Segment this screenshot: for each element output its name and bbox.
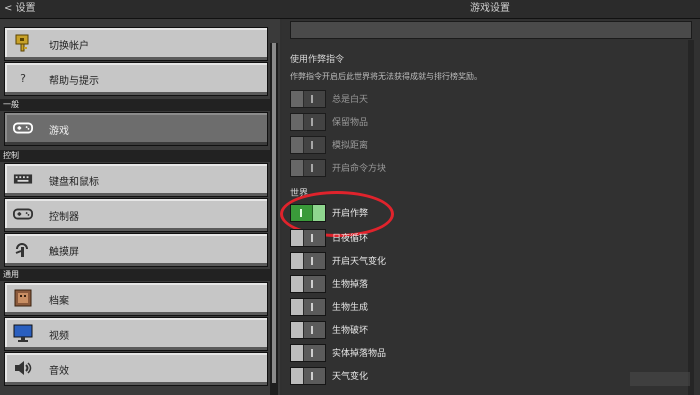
section-header-general-2: 通用: [0, 269, 271, 281]
sidebar-item-switch-account[interactable]: 切换帐户: [4, 27, 268, 61]
mob-loot-toggle[interactable]: [290, 275, 326, 293]
sidebar-item-label: 控制器: [49, 212, 79, 223]
sidebar-item-label: 档案: [49, 296, 69, 307]
sidebar-item-label: 视频: [49, 331, 69, 342]
section-header-general: 一般: [0, 99, 271, 111]
sidebar-item-label: 游戏: [49, 126, 69, 137]
toggle-label: 生物掉落: [332, 280, 369, 290]
profile-icon: [13, 289, 33, 307]
simulation-distance-toggle[interactable]: [290, 136, 326, 154]
panel-scrollbar[interactable]: [688, 40, 694, 395]
sidebar-item-label: 触摸屏: [49, 247, 79, 258]
keep-inventory-toggle[interactable]: [290, 113, 326, 131]
toggle-label: 总是白天: [332, 95, 369, 105]
toggle-label: 日夜循环: [332, 234, 369, 244]
section-header-controls: 控制: [0, 150, 271, 162]
page-title: 游戏设置: [470, 3, 510, 14]
key-icon: [13, 34, 33, 52]
world-name-field[interactable]: [290, 21, 692, 39]
toggle-label: 生物生成: [332, 303, 369, 313]
speaker-icon: [13, 359, 33, 377]
weather-toggle[interactable]: [290, 252, 326, 270]
sidebar-item-profile[interactable]: 档案: [4, 282, 268, 316]
sidebar-item-controller[interactable]: 控制器: [4, 198, 268, 232]
command-blocks-toggle[interactable]: [290, 159, 326, 177]
sidebar-item-label: 切换帐户: [49, 41, 89, 52]
sidebar-item-label: 帮助与提示: [49, 76, 99, 87]
mob-spawning-toggle[interactable]: [290, 298, 326, 316]
sidebar-item-game[interactable]: 游戏: [4, 112, 268, 146]
daylight-cycle-toggle[interactable]: [290, 229, 326, 247]
back-button[interactable]: < 设置: [4, 0, 36, 18]
toggle-label: 保留物品: [332, 118, 369, 128]
sidebar-item-video[interactable]: 视频: [4, 317, 268, 351]
sidebar-item-touch[interactable]: 触摸屏: [4, 233, 268, 267]
sidebar-item-help[interactable]: ? 帮助与提示: [4, 62, 268, 96]
weather-cycle-toggle[interactable]: [290, 367, 326, 385]
controller-icon: [13, 205, 33, 223]
sidebar-scrollbar[interactable]: [270, 43, 278, 395]
gamepad-icon: [13, 119, 33, 137]
cheats-group-label: 使用作弊指令: [290, 55, 345, 65]
top-bar: < 设置 游戏设置: [0, 0, 700, 19]
sidebar-item-label: 音效: [49, 366, 69, 377]
sidebar-item-keyboard-mouse[interactable]: 键盘和鼠标: [4, 163, 268, 197]
settings-sidebar: 切换帐户 ? 帮助与提示 一般 游戏 控制 键盘和鼠标 控制器 触摸屏 通用 档…: [0, 19, 280, 395]
always-day-toggle[interactable]: [290, 90, 326, 108]
sidebar-item-label: 键盘和鼠标: [49, 177, 99, 188]
watermark: [630, 372, 690, 386]
touch-icon: [13, 240, 33, 258]
toggle-label: 模拟距离: [332, 141, 369, 151]
sidebar-scrollbar-thumb[interactable]: [272, 43, 276, 383]
mob-griefing-toggle[interactable]: [290, 321, 326, 339]
cheats-description: 作弊指令开启后此世界将无法获得成就与排行榜奖励。: [290, 72, 482, 81]
entity-drops-toggle[interactable]: [290, 344, 326, 362]
sidebar-item-audio[interactable]: 音效: [4, 352, 268, 386]
monitor-icon: [13, 324, 33, 342]
keyboard-icon: [13, 170, 33, 188]
toggle-label: 开启命令方块: [332, 164, 387, 174]
toggle-label: 实体掉落物品: [332, 349, 387, 359]
toggle-label: 生物破坏: [332, 326, 369, 336]
question-icon: ?: [20, 71, 26, 85]
toggle-label: 开启天气变化: [332, 257, 387, 267]
toggle-label: 天气变化: [332, 372, 369, 382]
